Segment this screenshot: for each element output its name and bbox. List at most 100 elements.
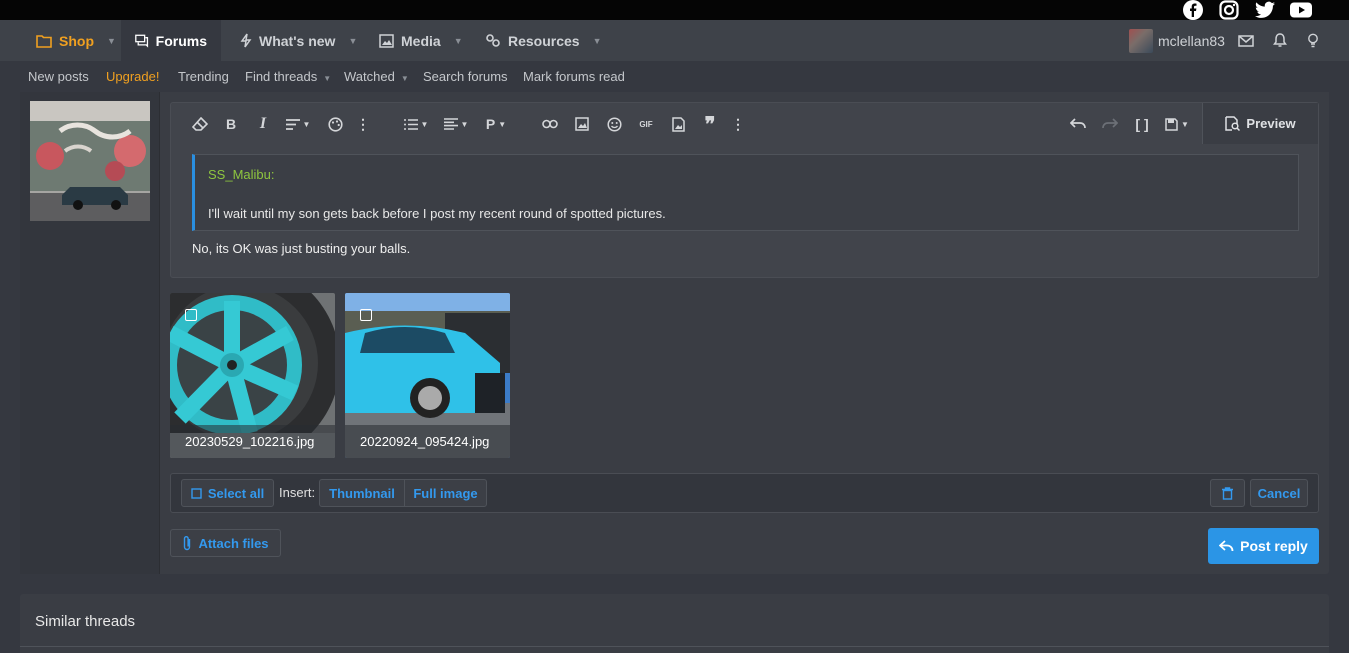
- subnav-search-forums[interactable]: Search forums: [423, 61, 508, 92]
- tab-resources[interactable]: Resources ▼: [471, 20, 616, 61]
- bold-icon[interactable]: B: [223, 113, 239, 135]
- reply-panel: B I ▼ ⋮ ▼ ▼ P ▼ GIF ❞ ⋮ [] ▼ Preview SS…: [20, 92, 1329, 574]
- editor-toolbar: B I ▼ ⋮ ▼ ▼ P ▼ GIF ❞ ⋮ [] ▼ Preview: [171, 103, 1318, 145]
- chevron-down-icon[interactable]: ▼: [401, 74, 409, 83]
- list-icon[interactable]: ▼: [401, 113, 431, 135]
- insert-full-image-button[interactable]: Full image: [404, 479, 487, 507]
- insert-thumbnail-button[interactable]: Thumbnail: [319, 479, 405, 507]
- undo-icon[interactable]: [1068, 113, 1088, 135]
- preview-icon: [1225, 116, 1241, 131]
- italic-icon[interactable]: I: [255, 113, 271, 135]
- preview-label: Preview: [1246, 116, 1296, 131]
- chevron-down-icon[interactable]: ▼: [593, 36, 602, 46]
- attachment-toolbar: Select all Insert: Thumbnail Full image …: [170, 473, 1319, 513]
- attachment-filename: 20230529_102216.jpg: [170, 425, 335, 458]
- similar-threads-block: Similar threads: [20, 594, 1329, 653]
- chevron-down-icon[interactable]: ▼: [454, 36, 463, 46]
- checkbox-icon: [191, 487, 202, 499]
- tab-resources-label: Resources: [508, 32, 580, 49]
- reply-icon: [1219, 540, 1234, 552]
- select-all-button[interactable]: Select all: [181, 479, 274, 507]
- attach-files-label: Attach files: [198, 535, 269, 551]
- quote-text: I'll wait until my son gets back before …: [208, 206, 666, 221]
- align-icon[interactable]: ▼: [441, 113, 471, 135]
- cancel-button[interactable]: Cancel: [1250, 479, 1308, 507]
- subnav-trending[interactable]: Trending: [178, 61, 229, 92]
- attachment-checkbox[interactable]: [360, 309, 372, 321]
- attach-files-button[interactable]: Attach files: [170, 529, 281, 557]
- bolt-icon: [240, 33, 252, 48]
- folder-icon: [36, 34, 52, 48]
- chevron-down-icon[interactable]: ▼: [348, 36, 357, 46]
- text-format-icon[interactable]: ▼: [283, 113, 313, 135]
- instagram-icon[interactable]: [1219, 0, 1239, 20]
- username: mclellan83: [1158, 32, 1225, 49]
- reply-text[interactable]: No, its OK was just busting your balls.: [192, 241, 410, 256]
- quote-author: SS_Malibu:: [208, 167, 275, 182]
- trash-icon: [1222, 486, 1233, 500]
- tab-shop[interactable]: Shop ▼: [22, 20, 130, 61]
- forum-icon: [135, 34, 149, 48]
- post-reply-button[interactable]: Post reply: [1208, 528, 1319, 564]
- quote-block[interactable]: SS_Malibu: I'll wait until my son gets b…: [192, 154, 1299, 231]
- subnav-find-threads[interactable]: Find threads ▼: [245, 61, 331, 92]
- delete-button[interactable]: [1210, 479, 1245, 507]
- eraser-icon[interactable]: [189, 113, 211, 135]
- tab-shop-label: Shop: [59, 32, 94, 49]
- emoji-icon[interactable]: [604, 113, 624, 135]
- media-file-icon[interactable]: [669, 113, 687, 135]
- thumbnail-label: Thumbnail: [329, 485, 395, 501]
- facebook-icon[interactable]: [1183, 0, 1203, 20]
- top-social-bar: [0, 0, 1349, 20]
- avatar: [1129, 28, 1153, 53]
- divider: [20, 646, 1329, 647]
- save-draft-icon[interactable]: ▼: [1161, 113, 1193, 135]
- tab-media[interactable]: Media ▼: [365, 20, 477, 61]
- chevron-down-icon[interactable]: ▼: [323, 74, 331, 83]
- cancel-label: Cancel: [1257, 485, 1301, 501]
- full-image-label: Full image: [413, 485, 478, 501]
- subnav-watched-label: Watched: [344, 69, 395, 84]
- subnav-upgrade[interactable]: Upgrade!: [106, 61, 159, 92]
- message-editor: B I ▼ ⋮ ▼ ▼ P ▼ GIF ❞ ⋮ [] ▼ Preview SS…: [170, 102, 1319, 278]
- bbcode-toggle-icon[interactable]: [ ]: [1133, 113, 1151, 135]
- link-icon[interactable]: [540, 113, 560, 135]
- youtube-icon[interactable]: [1290, 0, 1312, 20]
- redo-icon[interactable]: [1100, 113, 1120, 135]
- twitter-icon[interactable]: [1255, 0, 1275, 20]
- paperclip-icon: [184, 536, 191, 551]
- insert-label: Insert:: [279, 485, 316, 500]
- similar-threads-title: Similar threads: [35, 613, 136, 630]
- attachment-filename: 20220924_095424.jpg: [345, 425, 510, 458]
- tab-forums[interactable]: Forums: [121, 20, 221, 61]
- bell-icon[interactable]: [1273, 20, 1287, 61]
- subnav-new-posts[interactable]: New posts: [28, 61, 89, 92]
- image-icon: [379, 33, 394, 48]
- subnav-mark-forums-read[interactable]: Mark forums read: [523, 61, 625, 92]
- tab-whats-new[interactable]: What's new ▼: [226, 20, 371, 61]
- tab-forums-label: Forums: [155, 32, 207, 49]
- subnav-watched[interactable]: Watched ▼: [344, 61, 409, 92]
- tab-media-label: Media: [401, 32, 441, 49]
- more-vertical-icon[interactable]: ⋮: [356, 113, 370, 135]
- quote-icon[interactable]: ❞: [700, 112, 720, 136]
- post-reply-label: Post reply: [1240, 538, 1308, 554]
- user-account[interactable]: mclellan83: [1129, 20, 1225, 61]
- tab-whats-new-label: What's new: [259, 32, 336, 49]
- paragraph-icon[interactable]: P ▼: [482, 113, 510, 135]
- lightbulb-icon[interactable]: [1307, 20, 1319, 61]
- subnav-find-threads-label: Find threads: [245, 69, 318, 84]
- preview-button[interactable]: Preview: [1202, 103, 1318, 144]
- more-vertical-icon[interactable]: ⋮: [731, 113, 745, 135]
- image-icon[interactable]: [573, 113, 591, 135]
- sub-navbar: New posts Upgrade! Trending Find threads…: [0, 61, 1349, 92]
- palette-icon[interactable]: [326, 113, 344, 135]
- avatar[interactable]: [30, 101, 150, 221]
- inbox-icon[interactable]: [1238, 20, 1254, 61]
- select-all-label: Select all: [207, 485, 265, 501]
- attachment-thumbnail[interactable]: 20230529_102216.jpg: [170, 293, 335, 458]
- gif-icon[interactable]: GIF: [636, 113, 656, 135]
- attachment-thumbnail[interactable]: 20220924_095424.jpg: [345, 293, 510, 458]
- attachment-checkbox[interactable]: [185, 309, 197, 321]
- chevron-down-icon[interactable]: ▼: [107, 36, 116, 46]
